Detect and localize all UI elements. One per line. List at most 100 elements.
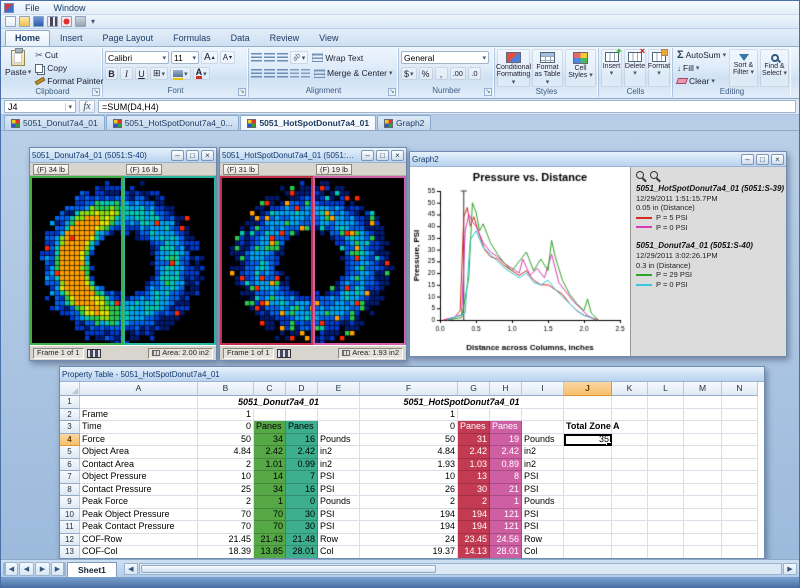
autosum-button[interactable]: ΣAutoSum▾ bbox=[675, 49, 727, 61]
table-cell[interactable] bbox=[564, 521, 612, 534]
print-icon[interactable] bbox=[75, 16, 86, 27]
table-cell[interactable]: 4.84 bbox=[198, 446, 254, 459]
table-cell[interactable]: 26 bbox=[360, 484, 458, 497]
table-cell[interactable] bbox=[648, 546, 684, 558]
font-size-select[interactable]: 11▾ bbox=[171, 51, 199, 64]
cell-styles-button[interactable]: Cell Styles ▾ bbox=[565, 49, 596, 87]
next-sheet-button[interactable]: ▶ bbox=[35, 562, 50, 576]
table-cell[interactable] bbox=[722, 446, 758, 459]
table-cell[interactable]: 2.42 bbox=[286, 446, 318, 459]
table-cell[interactable]: 194 bbox=[458, 509, 490, 522]
table-cell[interactable]: Panes bbox=[286, 421, 318, 434]
conditional-formatting-button[interactable]: Conditional Formatting ▾ bbox=[497, 49, 530, 87]
column-header-F[interactable]: F bbox=[360, 382, 458, 396]
table-cell[interactable]: 194 bbox=[458, 521, 490, 534]
table-cell[interactable]: PSI bbox=[522, 471, 564, 484]
window-titlebar[interactable]: 5051_HotSpotDonut7a4_01 (5051:S-39) – □ … bbox=[220, 148, 406, 163]
column-header-A[interactable]: A bbox=[80, 382, 198, 396]
paste-button[interactable]: Paste▾ bbox=[5, 49, 31, 77]
scrollbar-thumb[interactable] bbox=[141, 565, 436, 573]
table-cell[interactable]: 50 bbox=[360, 434, 458, 447]
table-cell[interactable] bbox=[722, 471, 758, 484]
maximize-button[interactable]: □ bbox=[376, 150, 389, 161]
table-cell[interactable] bbox=[722, 534, 758, 547]
table-cell[interactable]: 21.45 bbox=[198, 534, 254, 547]
column-header-C[interactable]: C bbox=[254, 382, 286, 396]
table-cell[interactable]: 21.48 bbox=[286, 534, 318, 547]
row-header-10[interactable]: 10 bbox=[60, 509, 80, 522]
table-cell[interactable]: Time bbox=[80, 421, 198, 434]
table-cell[interactable] bbox=[648, 446, 684, 459]
insert-function-button[interactable]: fx bbox=[79, 100, 95, 113]
pressure-map[interactable] bbox=[30, 176, 216, 345]
column-header-L[interactable]: L bbox=[648, 382, 684, 396]
table-cell[interactable]: 10 bbox=[198, 471, 254, 484]
minimize-button[interactable]: – bbox=[361, 150, 374, 161]
grow-font-button[interactable]: A▴ bbox=[201, 51, 218, 64]
table-cell[interactable]: 23.45 bbox=[458, 534, 490, 547]
table-cell[interactable] bbox=[648, 459, 684, 472]
formula-input[interactable]: =SUM(D4,H4) bbox=[98, 100, 796, 113]
column-header-H[interactable]: H bbox=[490, 382, 522, 396]
table-cell[interactable]: Row bbox=[318, 534, 360, 547]
table-cell[interactable]: 1.93 bbox=[360, 459, 458, 472]
table-cell[interactable] bbox=[722, 409, 758, 422]
ribbon-tab-page-layout[interactable]: Page Layout bbox=[93, 30, 164, 46]
table-cell[interactable] bbox=[564, 459, 612, 472]
table-cell[interactable]: 2 bbox=[198, 459, 254, 472]
table-cell[interactable]: Frame bbox=[80, 409, 198, 422]
table-cell[interactable]: 25 bbox=[198, 484, 254, 497]
name-box[interactable]: J4▾ bbox=[4, 100, 76, 113]
table-cell[interactable]: 30 bbox=[286, 509, 318, 522]
movie-icon[interactable] bbox=[47, 16, 58, 27]
close-button[interactable]: × bbox=[391, 150, 404, 161]
align-left-icon[interactable] bbox=[251, 69, 262, 78]
document-tab[interactable]: 5051_Donut7a4_01 bbox=[4, 115, 105, 130]
table-cell[interactable] bbox=[612, 546, 648, 558]
table-cell[interactable] bbox=[722, 434, 758, 447]
row-header-7[interactable]: 7 bbox=[60, 471, 80, 484]
table-cell[interactable] bbox=[684, 471, 722, 484]
table-cell[interactable]: in2 bbox=[318, 459, 360, 472]
table-cell[interactable] bbox=[318, 409, 360, 422]
table-cell[interactable] bbox=[564, 396, 612, 409]
table-cell[interactable] bbox=[722, 546, 758, 558]
table-cell[interactable]: 8 bbox=[490, 471, 522, 484]
open-file-icon[interactable] bbox=[19, 16, 30, 27]
table-cell[interactable] bbox=[564, 534, 612, 547]
dialog-launcher-icon[interactable]: ↘ bbox=[388, 88, 396, 96]
table-cell[interactable] bbox=[684, 496, 722, 509]
decrease-indent-icon[interactable] bbox=[290, 69, 299, 78]
table-cell[interactable]: 121 bbox=[490, 509, 522, 522]
table-cell[interactable] bbox=[684, 396, 722, 409]
align-middle-icon[interactable] bbox=[264, 53, 275, 62]
bold-button[interactable]: B bbox=[105, 67, 118, 80]
table-cell[interactable]: 7 bbox=[286, 471, 318, 484]
dialog-launcher-icon[interactable]: ↘ bbox=[92, 88, 100, 96]
find-select-button[interactable]: Find & Select ▾ bbox=[760, 49, 789, 87]
table-cell[interactable] bbox=[612, 446, 648, 459]
table-cell[interactable]: 2 bbox=[198, 496, 254, 509]
table-cell[interactable]: 21.43 bbox=[254, 534, 286, 547]
table-cell[interactable] bbox=[684, 534, 722, 547]
table-cell[interactable] bbox=[564, 509, 612, 522]
table-cell[interactable]: 13 bbox=[458, 471, 490, 484]
table-cell[interactable]: 1 bbox=[198, 409, 254, 422]
ribbon-tab-formulas[interactable]: Formulas bbox=[163, 30, 221, 46]
minimize-button[interactable]: – bbox=[741, 154, 754, 165]
table-cell[interactable] bbox=[722, 484, 758, 497]
table-cell[interactable]: 31 bbox=[458, 434, 490, 447]
zoom-out-icon[interactable] bbox=[650, 171, 658, 179]
number-format-select[interactable]: General▾ bbox=[401, 51, 489, 64]
table-cell[interactable]: Pounds bbox=[522, 434, 564, 447]
table-cell[interactable]: Peak Object Pressure bbox=[80, 509, 198, 522]
table-cell[interactable]: PSI bbox=[522, 521, 564, 534]
table-cell[interactable]: 16 bbox=[286, 484, 318, 497]
table-cell[interactable]: 70 bbox=[198, 521, 254, 534]
menu-window[interactable]: Window bbox=[47, 3, 93, 13]
table-cell[interactable] bbox=[648, 421, 684, 434]
row-header-1[interactable]: 1 bbox=[60, 396, 80, 409]
table-cell[interactable] bbox=[722, 509, 758, 522]
row-header-4[interactable]: 4 bbox=[60, 434, 80, 447]
table-cell[interactable] bbox=[564, 471, 612, 484]
